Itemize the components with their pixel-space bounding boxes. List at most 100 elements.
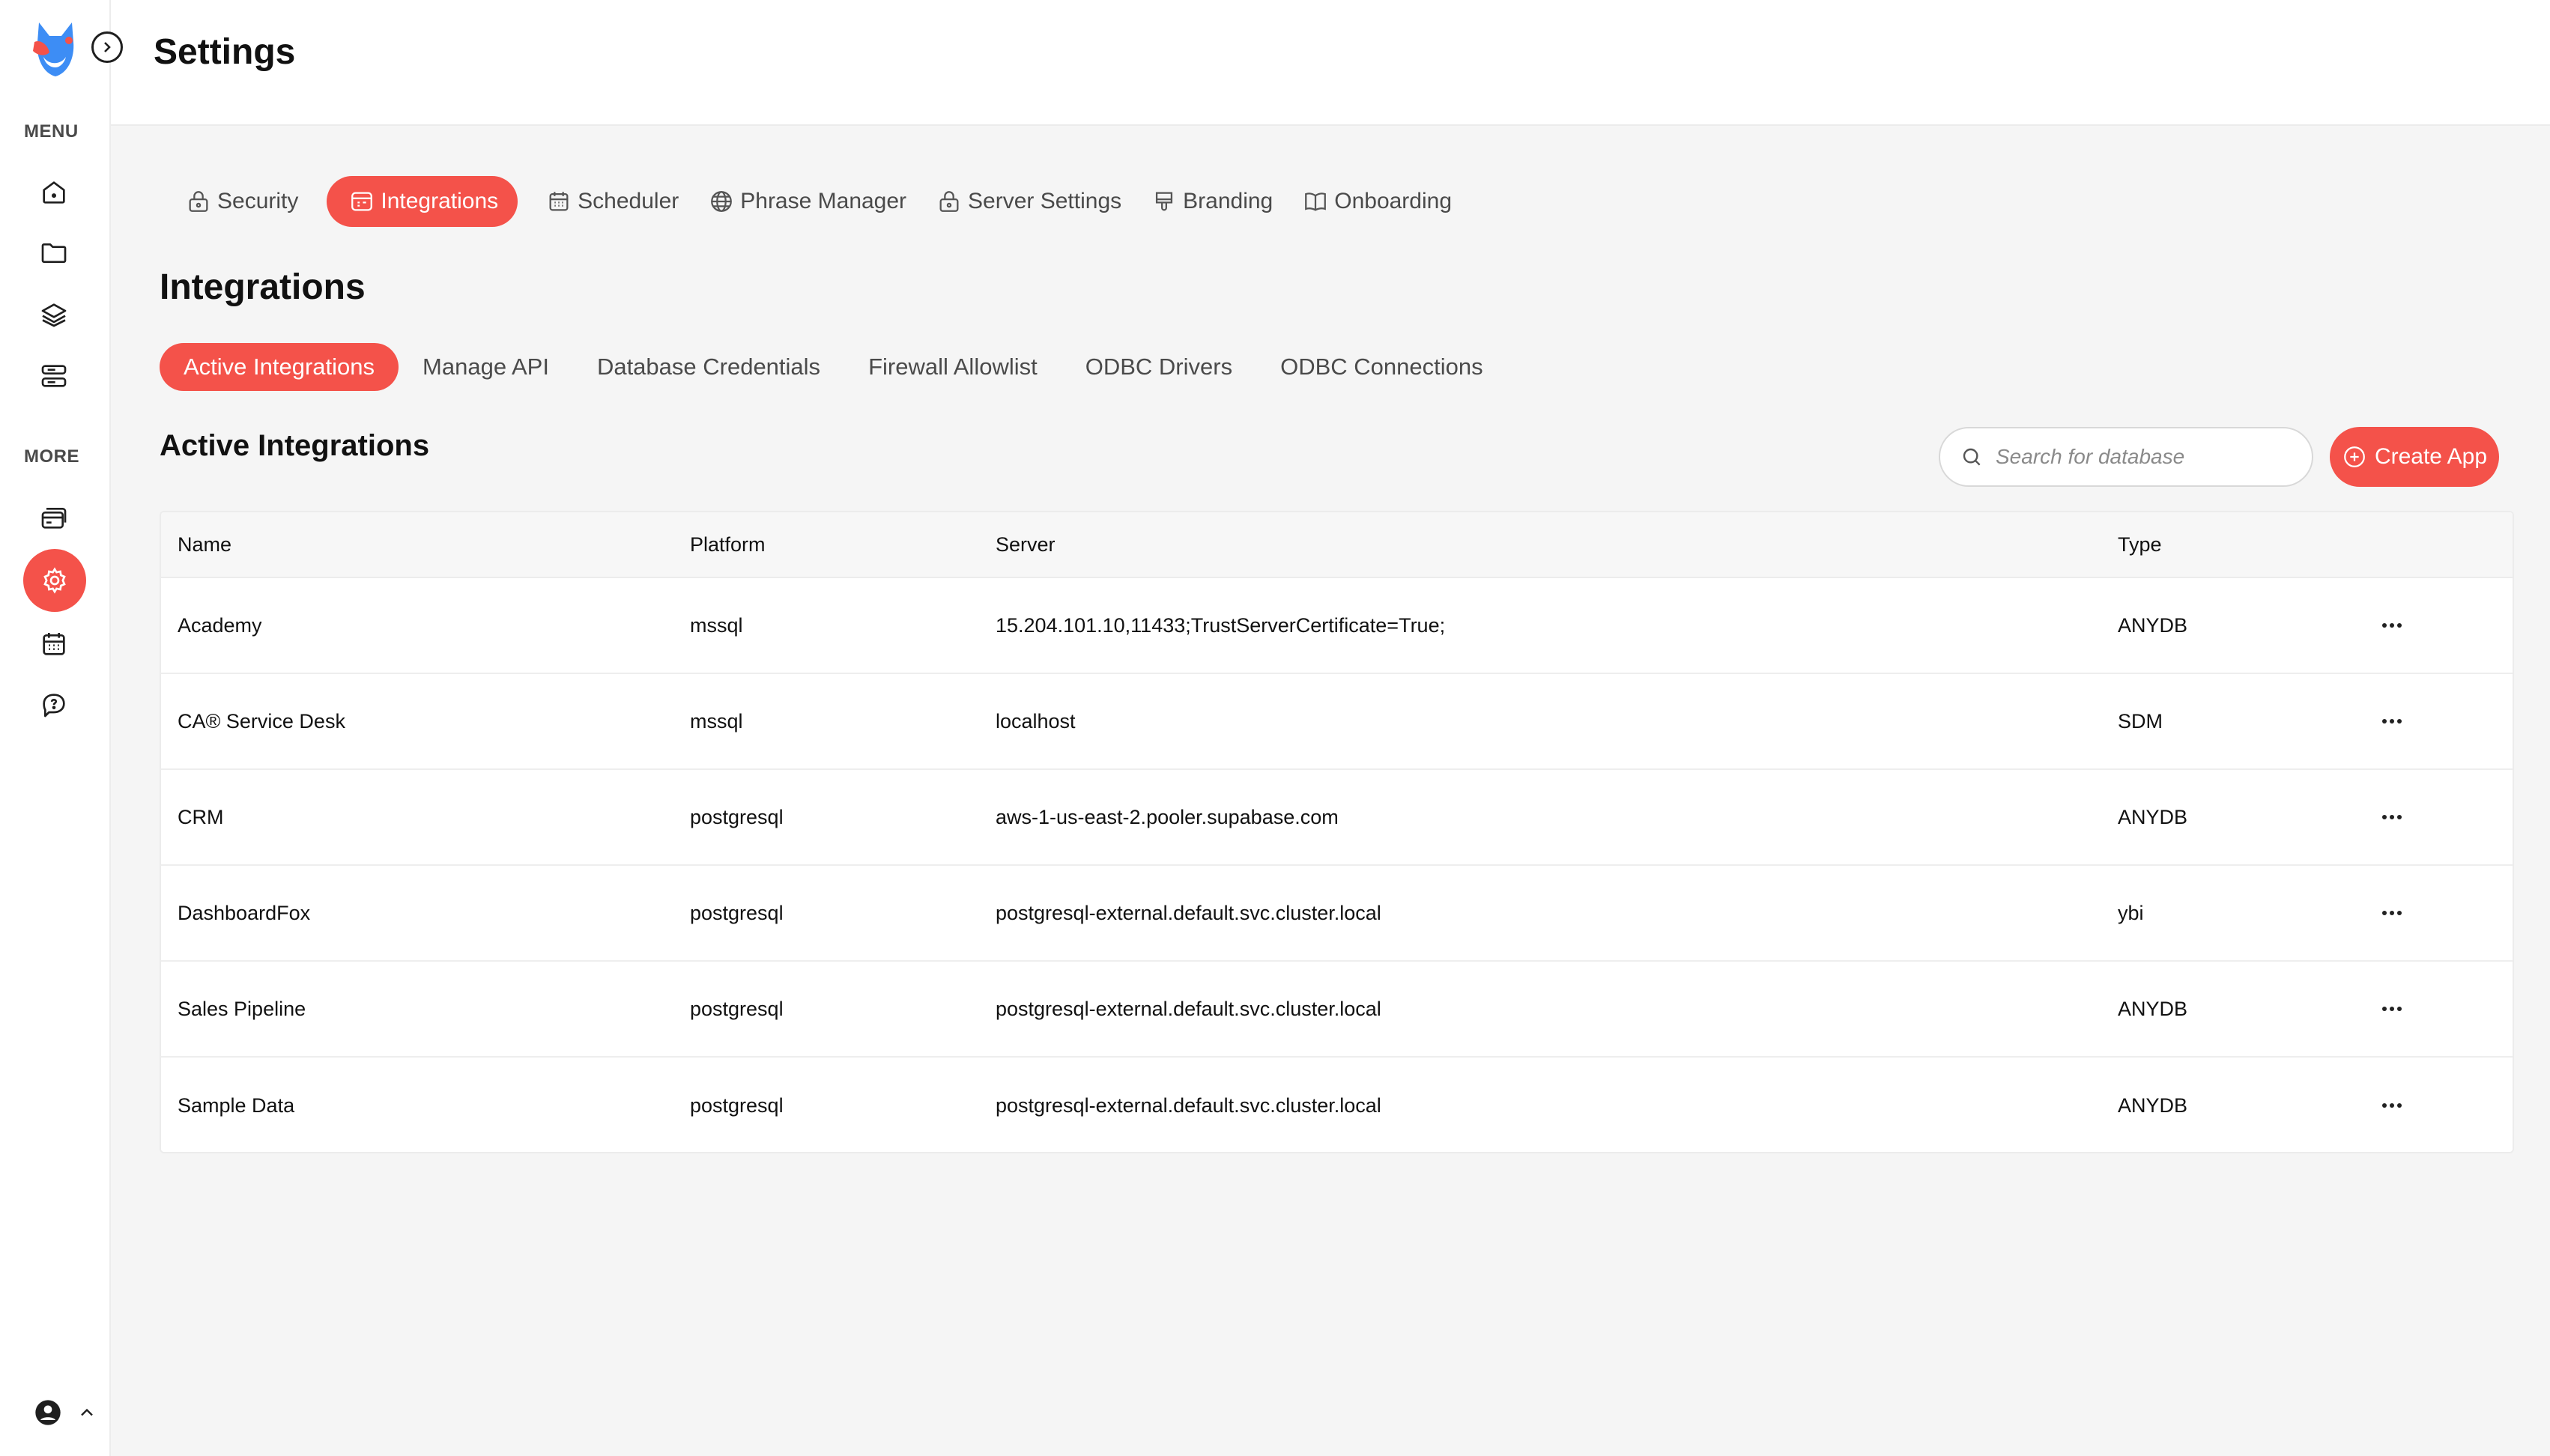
row-actions-button[interactable] xyxy=(2347,815,2437,819)
cell-server: postgresql-external.default.svc.cluster.… xyxy=(996,901,1381,924)
more-horizontal-icon xyxy=(2382,911,2402,915)
more-horizontal-icon xyxy=(2382,1103,2402,1108)
cell-platform: mssql xyxy=(690,709,743,732)
subtab-odbc-connections[interactable]: ODBC Connections xyxy=(1256,343,1507,391)
column-header-platform[interactable]: Platform xyxy=(672,533,978,556)
column-header-server[interactable]: Server xyxy=(978,533,2100,556)
home-icon[interactable] xyxy=(33,172,75,213)
tab-integrations[interactable]: Integrations xyxy=(327,176,518,227)
tab-onboarding-label: Onboarding xyxy=(1334,189,1453,213)
expand-sidebar-button[interactable] xyxy=(91,31,123,63)
table-row[interactable]: CRM postgresql aws-1-us-east-2.pooler.su… xyxy=(161,770,2513,866)
integrations-table: Name Platform Server Type Academy mssql … xyxy=(160,511,2514,1153)
section-title: Integrations xyxy=(160,267,366,307)
brush-icon xyxy=(1156,192,1173,211)
integrations-subtabs: Active Integrations Manage API Database … xyxy=(160,343,1507,391)
table-header: Name Platform Server Type xyxy=(161,512,2513,578)
cards-icon[interactable] xyxy=(33,497,75,539)
create-app-button[interactable]: Create App xyxy=(2330,427,2499,487)
table-row[interactable]: CA® Service Desk mssql localhost SDM xyxy=(161,674,2513,770)
lock-icon xyxy=(939,191,959,212)
help-icon[interactable] xyxy=(33,684,75,726)
cell-name: Academy xyxy=(178,613,262,637)
tab-branding-label: Branding xyxy=(1183,189,1274,213)
column-header-name[interactable]: Name xyxy=(161,533,672,556)
table-row[interactable]: Sample Data postgresql postgresql-extern… xyxy=(161,1058,2513,1152)
search-icon xyxy=(1963,448,1981,466)
cell-server: postgresql-external.default.svc.cluster.… xyxy=(996,997,1381,1020)
plus-circle-icon xyxy=(2344,446,2365,467)
integration-icon xyxy=(351,192,373,211)
tab-phrase-manager-label: Phrase Manager xyxy=(740,189,907,213)
user-menu[interactable] xyxy=(33,1398,97,1428)
book-icon xyxy=(1305,192,1327,211)
chevron-up-icon xyxy=(81,1408,93,1416)
cell-platform: postgresql xyxy=(690,901,784,924)
tab-scheduler[interactable]: Scheduler xyxy=(534,176,691,227)
settings-tabs: Security Integrations Scheduler Phrase M… xyxy=(174,176,1464,227)
cell-server: localhost xyxy=(996,709,1076,732)
cell-type: ANYDB xyxy=(2118,805,2188,828)
list-title: Active Integrations xyxy=(160,429,430,462)
more-horizontal-icon xyxy=(2382,719,2402,724)
row-actions-button[interactable] xyxy=(2347,1103,2437,1108)
more-horizontal-icon xyxy=(2382,623,2402,628)
table-row[interactable]: DashboardFox postgresql postgresql-exter… xyxy=(161,866,2513,962)
page-title: Settings xyxy=(154,32,296,72)
cell-platform: postgresql xyxy=(690,805,784,828)
row-actions-button[interactable] xyxy=(2347,911,2437,915)
tab-scheduler-label: Scheduler xyxy=(578,189,679,213)
page-header: Settings xyxy=(111,0,2550,126)
calendar-icon[interactable] xyxy=(33,623,75,665)
tab-security-label: Security xyxy=(217,189,299,213)
globe-icon xyxy=(711,191,733,212)
calendar-icon xyxy=(549,192,569,211)
cell-name: CRM xyxy=(178,805,224,828)
more-label: MORE xyxy=(24,446,79,467)
server-icon[interactable] xyxy=(33,355,75,397)
subtab-manage-api[interactable]: Manage API xyxy=(399,343,573,391)
cell-name: DashboardFox xyxy=(178,901,311,924)
cell-server: postgresql-external.default.svc.cluster.… xyxy=(996,1093,1381,1117)
cell-server: 15.204.101.10,11433;TrustServerCertifica… xyxy=(996,613,1446,637)
subtab-odbc-drivers[interactable]: ODBC Drivers xyxy=(1062,343,1256,391)
user-avatar-icon xyxy=(35,1400,61,1425)
row-actions-button[interactable] xyxy=(2347,623,2437,628)
layers-icon[interactable] xyxy=(33,294,75,336)
app-logo[interactable] xyxy=(27,19,84,81)
row-actions-button[interactable] xyxy=(2347,1007,2437,1011)
cell-name: Sample Data xyxy=(178,1093,295,1117)
table-row[interactable]: Sales Pipeline postgresql postgresql-ext… xyxy=(161,962,2513,1058)
chevron-right-icon xyxy=(104,42,111,52)
column-header-type[interactable]: Type xyxy=(2100,533,2347,556)
tab-server-settings[interactable]: Server Settings xyxy=(924,176,1133,227)
lock-icon xyxy=(189,191,208,212)
menu-label: MENU xyxy=(24,121,79,142)
tab-server-settings-label: Server Settings xyxy=(968,189,1122,213)
more-horizontal-icon xyxy=(2382,1007,2402,1011)
cell-server: aws-1-us-east-2.pooler.supabase.com xyxy=(996,805,1339,828)
tab-security[interactable]: Security xyxy=(174,176,310,227)
search-input[interactable] xyxy=(1996,445,2310,469)
subtab-firewall-allowlist[interactable]: Firewall Allowlist xyxy=(844,343,1062,391)
cell-name: Sales Pipeline xyxy=(178,997,306,1020)
subtab-active-integrations[interactable]: Active Integrations xyxy=(160,343,399,391)
cell-type: ybi xyxy=(2118,901,2144,924)
tab-branding[interactable]: Branding xyxy=(1139,176,1285,227)
subtab-database-credentials[interactable]: Database Credentials xyxy=(573,343,844,391)
settings-icon[interactable] xyxy=(23,549,86,612)
table-row[interactable]: Academy mssql 15.204.101.10,11433;TrustS… xyxy=(161,578,2513,674)
create-app-label: Create App xyxy=(2374,444,2488,469)
cell-type: ANYDB xyxy=(2118,1093,2188,1117)
row-actions-button[interactable] xyxy=(2347,719,2437,724)
tab-phrase-manager[interactable]: Phrase Manager xyxy=(697,176,918,227)
folder-icon[interactable] xyxy=(33,232,75,274)
sidebar: MENU MORE xyxy=(0,0,111,1456)
cell-type: ANYDB xyxy=(2118,997,2188,1020)
cell-platform: postgresql xyxy=(690,997,784,1020)
cell-type: ANYDB xyxy=(2118,613,2188,637)
tab-onboarding[interactable]: Onboarding xyxy=(1291,176,1464,227)
cell-platform: postgresql xyxy=(690,1093,784,1117)
cell-type: SDM xyxy=(2118,709,2163,732)
more-horizontal-icon xyxy=(2382,815,2402,819)
